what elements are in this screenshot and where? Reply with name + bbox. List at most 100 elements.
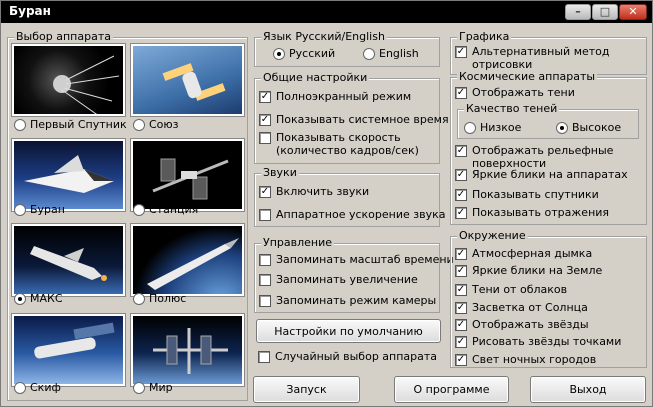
- cloud-shadows-label: Тени от облаков: [472, 283, 568, 296]
- craft-image-soyuz[interactable]: [130, 43, 245, 117]
- checkbox-box: ✓: [455, 189, 467, 201]
- checkbox-box: ✓: [259, 91, 271, 103]
- checkbox-box: ✓: [455, 145, 467, 157]
- craft-image-mir[interactable]: [130, 313, 245, 387]
- checkbox-box: ✓: [455, 265, 467, 277]
- craft-radio-polyus[interactable]: Полюс: [133, 292, 186, 305]
- cloud-shadows-checkbox[interactable]: ✓ Тени от облаков: [455, 283, 567, 296]
- sun-flare-label: Засветка от Солнца: [472, 301, 588, 314]
- haze-checkbox[interactable]: ✓ Атмосферная дымка: [455, 247, 592, 260]
- relief-line-1: Отображать рельефные: [472, 144, 614, 157]
- craft-radio-sputnik[interactable]: Первый Спутник: [14, 118, 127, 131]
- radio-dot: [14, 118, 26, 131]
- radio-dot: [464, 121, 476, 134]
- alt-render-line-1: Альтернативный метод: [472, 45, 610, 58]
- craft-radio-buran[interactable]: Буран: [14, 203, 65, 216]
- minimize-button[interactable]: –: [565, 4, 591, 20]
- shadows-checkbox[interactable]: ✓ Отображать тени: [455, 86, 575, 99]
- alt-render-checkbox[interactable]: ✓ Альтернативный метод отрисовки: [455, 45, 610, 71]
- remember-camera-checkbox[interactable]: Запоминать режим камеры: [259, 294, 436, 307]
- random-craft-label: Случайный выбор аппарата: [275, 350, 438, 363]
- remember-time-scale-label: Запоминать масштаб времени: [276, 253, 454, 266]
- craft-highlights-checkbox[interactable]: ✓ Яркие блики на аппаратах: [455, 168, 628, 181]
- graphics-group-title: Графика: [457, 30, 512, 43]
- spacecraft-group-title: Космические аппараты: [457, 70, 598, 83]
- stars-checkbox[interactable]: ✓ Отображать звёзды: [455, 318, 589, 331]
- craft-image-buran[interactable]: [11, 138, 126, 212]
- shadow-quality-title: Качество теней: [464, 102, 560, 115]
- fullscreen-checkbox[interactable]: ✓ Полноэкранный режим: [259, 90, 411, 103]
- checkbox-box: ✓: [455, 336, 467, 348]
- sun-flare-checkbox[interactable]: ✓ Засветка от Солнца: [455, 301, 588, 314]
- general-settings-group: Общие настройки ✓ Полноэкранный режим ✓ …: [254, 71, 449, 164]
- craft-highlights-label: Яркие блики на аппаратах: [472, 168, 628, 181]
- show-fps-label: Показывать скорость (количество кадров/с…: [276, 131, 419, 157]
- remember-zoom-checkbox[interactable]: Запоминать увеличение: [259, 273, 418, 286]
- city-lights-checkbox[interactable]: ✓ Свет ночных городов: [455, 353, 596, 366]
- craft-radio-station[interactable]: Станция: [133, 203, 198, 216]
- checkbox-box: ✓: [455, 87, 467, 99]
- language-group-title: Язык Русский/English: [261, 30, 387, 43]
- craft-label-mir: Мир: [149, 381, 173, 394]
- close-button[interactable]: ✕: [619, 4, 647, 20]
- show-time-checkbox[interactable]: ✓ Показывать системное время: [259, 113, 449, 126]
- checkbox-box: [258, 351, 270, 363]
- app-window: Буран – □ ✕ Выбор аппарата Первый Спутни…: [0, 0, 653, 407]
- radio-dot: [133, 118, 145, 131]
- checkbox-box: ✓: [455, 207, 467, 219]
- haze-label: Атмосферная дымка: [472, 247, 593, 260]
- craft-image-maks[interactable]: [11, 223, 126, 297]
- craft-image-sputnik[interactable]: [11, 43, 126, 117]
- about-button[interactable]: О программе: [394, 376, 509, 403]
- station-icon: [152, 158, 229, 200]
- craft-image-skif[interactable]: [11, 313, 126, 387]
- exit-button[interactable]: Выход: [530, 376, 646, 403]
- checkbox-box: ✓: [259, 186, 271, 198]
- radio-dot: [14, 292, 26, 305]
- shadow-quality-group: Качество теней Низкое Высокое: [457, 102, 639, 139]
- craft-label-skif: Скиф: [30, 381, 61, 394]
- show-fps-checkbox[interactable]: Показывать скорость (количество кадров/с…: [259, 131, 419, 157]
- hw-sound-label: Аппаратное ускорение звука: [276, 208, 446, 221]
- relief-label: Отображать рельефные поверхности: [472, 144, 613, 170]
- language-radio-english[interactable]: English: [363, 47, 419, 60]
- craft-radio-soyuz[interactable]: Союз: [133, 118, 179, 131]
- radio-dot: [14, 203, 26, 216]
- checkbox-box: [259, 209, 271, 221]
- maximize-button[interactable]: □: [592, 4, 618, 20]
- checkbox-box: ✓: [455, 302, 467, 314]
- craft-image-polyus[interactable]: [130, 223, 245, 297]
- craft-label-sputnik: Первый Спутник: [30, 118, 127, 131]
- satellites-checkbox[interactable]: ✓ Показывать спутники: [455, 188, 599, 201]
- hw-sound-checkbox[interactable]: Аппаратное ускорение звука: [259, 208, 445, 221]
- craft-label-station: Станция: [149, 203, 199, 216]
- sound-group-title: Звуки: [261, 166, 299, 179]
- fullscreen-label: Полноэкранный режим: [276, 90, 412, 103]
- sputnik-icon: [53, 55, 120, 114]
- defaults-button[interactable]: Настройки по умолчанию: [256, 319, 441, 343]
- language-radio-russian[interactable]: Русский: [273, 47, 335, 60]
- radio-dot: [14, 381, 26, 394]
- environment-group: Окружение ✓ Атмосферная дымка ✓ Яркие бл…: [450, 229, 647, 368]
- star-points-checkbox[interactable]: ✓ Рисовать звёзды точками: [455, 335, 621, 348]
- craft-label-polyus: Полюс: [149, 292, 187, 305]
- craft-image-station[interactable]: [130, 138, 245, 212]
- remember-time-scale-checkbox[interactable]: Запоминать масштаб времени: [259, 253, 454, 266]
- checkbox-box: ✓: [455, 354, 467, 366]
- earth-highlights-checkbox[interactable]: ✓ Яркие блики на Земле: [455, 264, 602, 277]
- random-craft-checkbox[interactable]: Случайный выбор аппарата: [258, 350, 437, 363]
- reflections-checkbox[interactable]: ✓ Показывать отражения: [455, 206, 609, 219]
- shadow-quality-high-radio[interactable]: Высокое: [556, 121, 621, 134]
- control-group: Управление Запоминать масштаб времени За…: [254, 236, 454, 313]
- buran-icon: [24, 155, 114, 193]
- craft-radio-maks[interactable]: МАКС: [14, 292, 63, 305]
- relief-checkbox[interactable]: ✓ Отображать рельефные поверхности: [455, 144, 613, 170]
- enable-sound-checkbox[interactable]: ✓ Включить звуки: [259, 185, 369, 198]
- checkbox-box: ✓: [455, 319, 467, 331]
- craft-radio-skif[interactable]: Скиф: [14, 381, 61, 394]
- craft-radio-mir[interactable]: Мир: [133, 381, 173, 394]
- shadow-quality-low-radio[interactable]: Низкое: [464, 121, 521, 134]
- alt-render-label: Альтернативный метод отрисовки: [472, 45, 610, 71]
- checkbox-box: ✓: [455, 248, 467, 260]
- launch-button[interactable]: Запуск: [253, 376, 360, 403]
